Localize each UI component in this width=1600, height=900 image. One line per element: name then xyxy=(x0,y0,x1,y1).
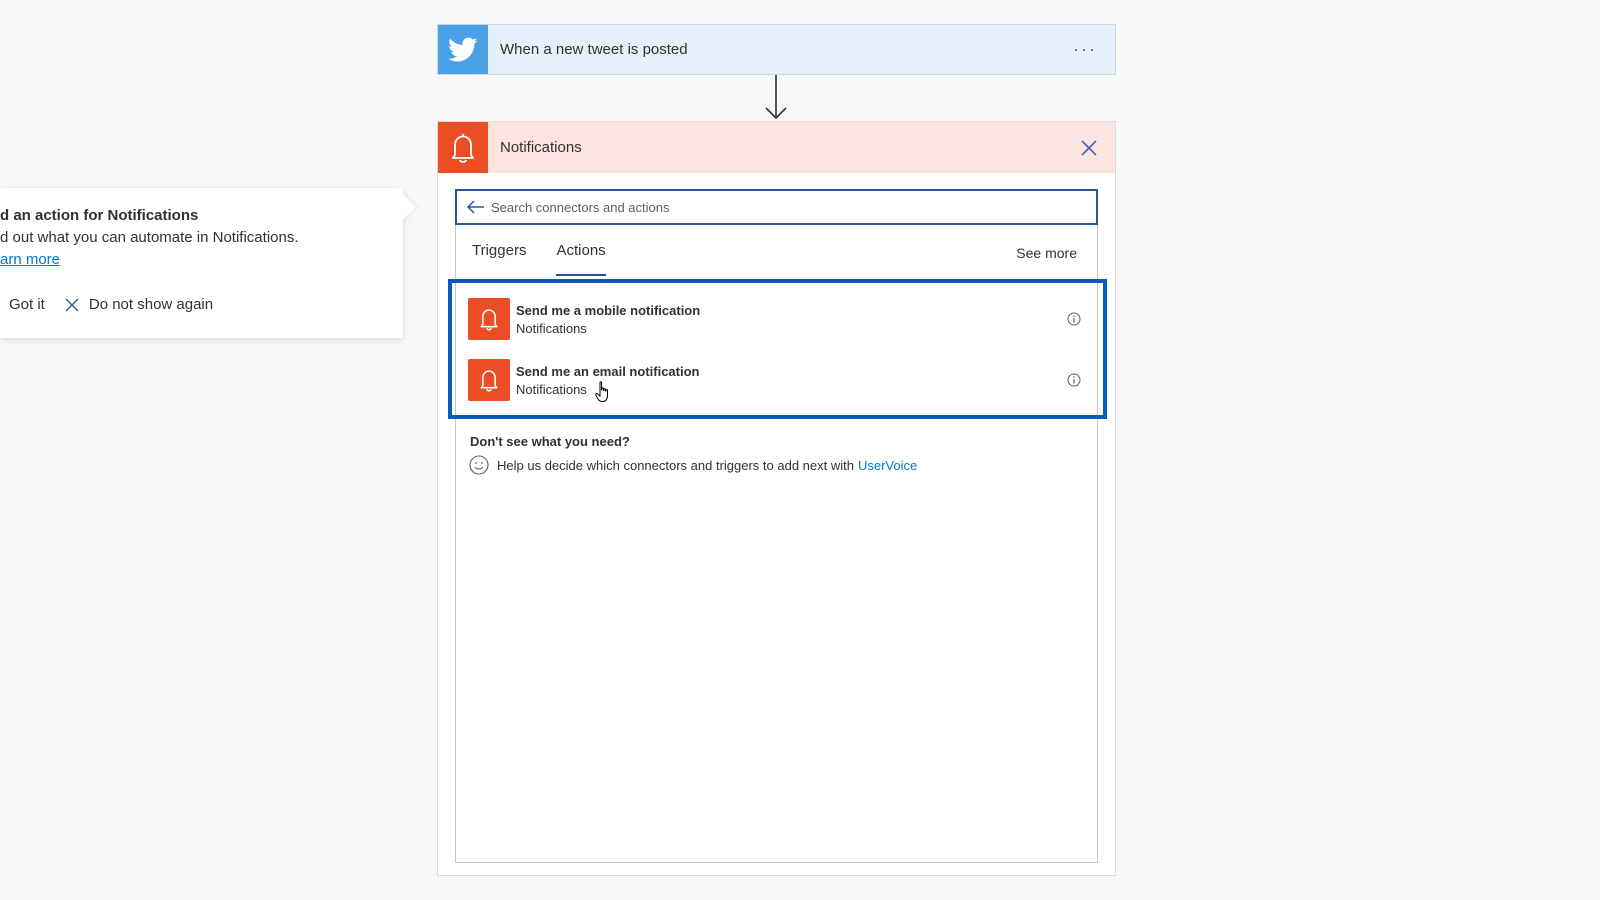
close-button[interactable] xyxy=(1071,130,1107,166)
help-title: Don't see what you need? xyxy=(470,434,630,449)
teaching-callout: d an action for Notifications d out what… xyxy=(0,188,416,338)
action-subtitle: Notifications xyxy=(516,320,587,336)
help-row: Help us decide which connectors and trig… xyxy=(469,455,917,475)
arrow-down-icon xyxy=(765,75,787,120)
info-icon[interactable] xyxy=(1064,370,1084,390)
do-not-show-again-label: Do not show again xyxy=(88,296,214,313)
tab-triggers[interactable]: Triggers xyxy=(472,242,526,276)
operation-picker: Triggers Actions See more Send me a mobi… xyxy=(448,189,1107,863)
notifications-header: Notifications xyxy=(438,122,1115,173)
action-item-email-notification[interactable]: Send me an email notification Notificati… xyxy=(468,358,1088,402)
hand-pointer-cursor-icon xyxy=(595,381,608,402)
smiley-icon xyxy=(469,455,489,475)
tab-actions[interactable]: Actions xyxy=(556,242,606,276)
learn-more-link[interactable]: arn more xyxy=(0,251,60,268)
bell-icon xyxy=(468,298,510,340)
callout-beak xyxy=(390,194,416,220)
more-options-button[interactable]: ··· xyxy=(1065,35,1105,65)
trigger-card[interactable]: When a new tweet is posted ··· xyxy=(437,24,1116,75)
close-icon xyxy=(65,298,79,311)
help-text: Help us decide which connectors and trig… xyxy=(497,457,854,473)
see-more-link[interactable]: See more xyxy=(1016,245,1077,261)
callout-actions: Got it Do not show again xyxy=(9,296,213,313)
callout-body: d out what you can automate in Notificat… xyxy=(0,229,299,246)
got-it-button[interactable]: Got it xyxy=(9,296,45,313)
notifications-card: Notifications Triggers Actions See more xyxy=(437,121,1116,876)
ellipsis-icon: ··· xyxy=(1073,39,1097,59)
search-box xyxy=(455,189,1098,225)
action-title: Send me an email notification xyxy=(516,363,700,379)
info-icon[interactable] xyxy=(1064,309,1084,329)
actions-results-highlight: Send me a mobile notification Notificati… xyxy=(448,279,1107,419)
action-item-mobile-notification[interactable]: Send me a mobile notification Notificati… xyxy=(468,297,1088,341)
search-input[interactable] xyxy=(491,199,1051,215)
callout-title: d an action for Notifications xyxy=(0,207,199,224)
close-icon xyxy=(1081,139,1097,156)
action-text: Send me a mobile notification Notificati… xyxy=(516,303,1064,336)
twitter-bird-icon xyxy=(438,25,488,74)
back-arrow-icon[interactable] xyxy=(461,192,491,222)
trigger-title: When a new tweet is posted xyxy=(500,41,688,58)
notifications-title: Notifications xyxy=(500,139,582,156)
action-title: Send me a mobile notification xyxy=(516,302,701,318)
do-not-show-again-button[interactable]: Do not show again xyxy=(65,296,213,313)
bell-icon xyxy=(468,359,510,401)
picker-tabs: Triggers Actions xyxy=(472,242,636,276)
uservoice-link[interactable]: UserVoice xyxy=(858,458,917,473)
bell-icon xyxy=(438,122,488,173)
